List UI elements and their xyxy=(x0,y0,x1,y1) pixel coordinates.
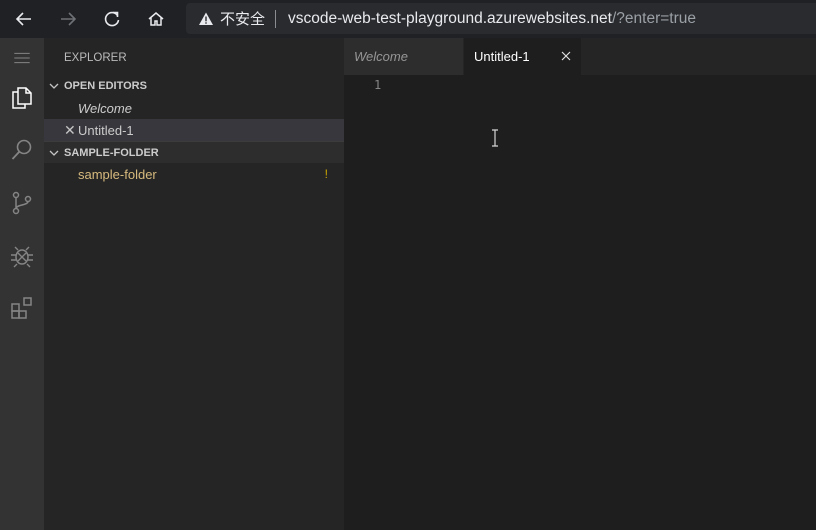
url-host[interactable]: vscode-web-test-playground.azurewebsites… xyxy=(288,10,612,28)
reload-icon xyxy=(104,11,120,27)
open-editor-label: Untitled-1 xyxy=(78,122,134,138)
address-separator xyxy=(275,9,277,28)
folder-label: sample-folder xyxy=(78,166,157,182)
home-button[interactable] xyxy=(134,0,178,38)
back-icon xyxy=(15,12,31,26)
text-cursor-icon xyxy=(492,129,498,147)
tab-welcome[interactable]: Welcome xyxy=(344,38,464,75)
menu-button[interactable] xyxy=(0,38,44,78)
back-button[interactable] xyxy=(2,0,46,38)
search-button[interactable] xyxy=(0,128,44,172)
open-editor-item-welcome[interactable]: Welcome xyxy=(44,97,344,119)
open-editors-header[interactable]: OPEN EDITORS xyxy=(44,75,344,97)
chevron-down-icon xyxy=(44,80,64,92)
explorer-sidebar: EXPLORER OPEN EDITORS Welcome ✕ Untitled… xyxy=(44,38,344,530)
tab-untitled-1[interactable]: Untitled-1 xyxy=(464,38,581,75)
warning-badge: ! xyxy=(324,167,328,181)
close-icon[interactable] xyxy=(559,49,573,63)
security-label[interactable]: 不安全 xyxy=(220,8,265,29)
open-editor-label: Welcome xyxy=(78,100,132,116)
debug-button[interactable] xyxy=(0,234,44,278)
menu-icon xyxy=(14,52,30,64)
browser-toolbar: 不安全 vscode-web-test-playground.azurewebs… xyxy=(0,0,816,38)
reload-button[interactable] xyxy=(90,0,134,38)
tab-label: Untitled-1 xyxy=(474,49,530,64)
open-editor-item-untitled[interactable]: ✕ Untitled-1 xyxy=(44,119,344,141)
chevron-down-icon xyxy=(44,147,64,159)
source-control-button[interactable] xyxy=(0,181,44,225)
extensions-icon xyxy=(11,297,32,319)
folder-section-header[interactable]: SAMPLE-FOLDER xyxy=(44,141,344,163)
folder-section-label: SAMPLE-FOLDER xyxy=(64,146,159,159)
close-icon[interactable]: ✕ xyxy=(64,119,78,141)
editor-tab-bar: Welcome Untitled-1 xyxy=(344,38,816,75)
forward-button[interactable] xyxy=(46,0,90,38)
tab-label: Welcome xyxy=(354,49,408,64)
code-editor[interactable]: 1 xyxy=(344,75,816,530)
activity-bar xyxy=(0,38,44,530)
forward-icon xyxy=(61,12,77,26)
line-number: 1 xyxy=(374,78,382,92)
extensions-button[interactable] xyxy=(0,286,44,330)
debug-icon xyxy=(11,246,33,268)
home-icon xyxy=(148,12,164,26)
sidebar-title: EXPLORER xyxy=(64,52,127,64)
open-editors-label: OPEN EDITORS xyxy=(64,80,147,92)
url-path[interactable]: /?enter=true xyxy=(612,10,696,28)
address-bar[interactable]: 不安全 vscode-web-test-playground.azurewebs… xyxy=(186,3,816,34)
source-control-icon xyxy=(12,191,32,215)
search-icon xyxy=(11,139,32,160)
explorer-button[interactable] xyxy=(0,76,44,120)
folder-item-sample-folder[interactable]: sample-folder ! xyxy=(44,163,344,185)
warning-icon[interactable] xyxy=(198,11,214,27)
explorer-icon xyxy=(12,87,32,109)
